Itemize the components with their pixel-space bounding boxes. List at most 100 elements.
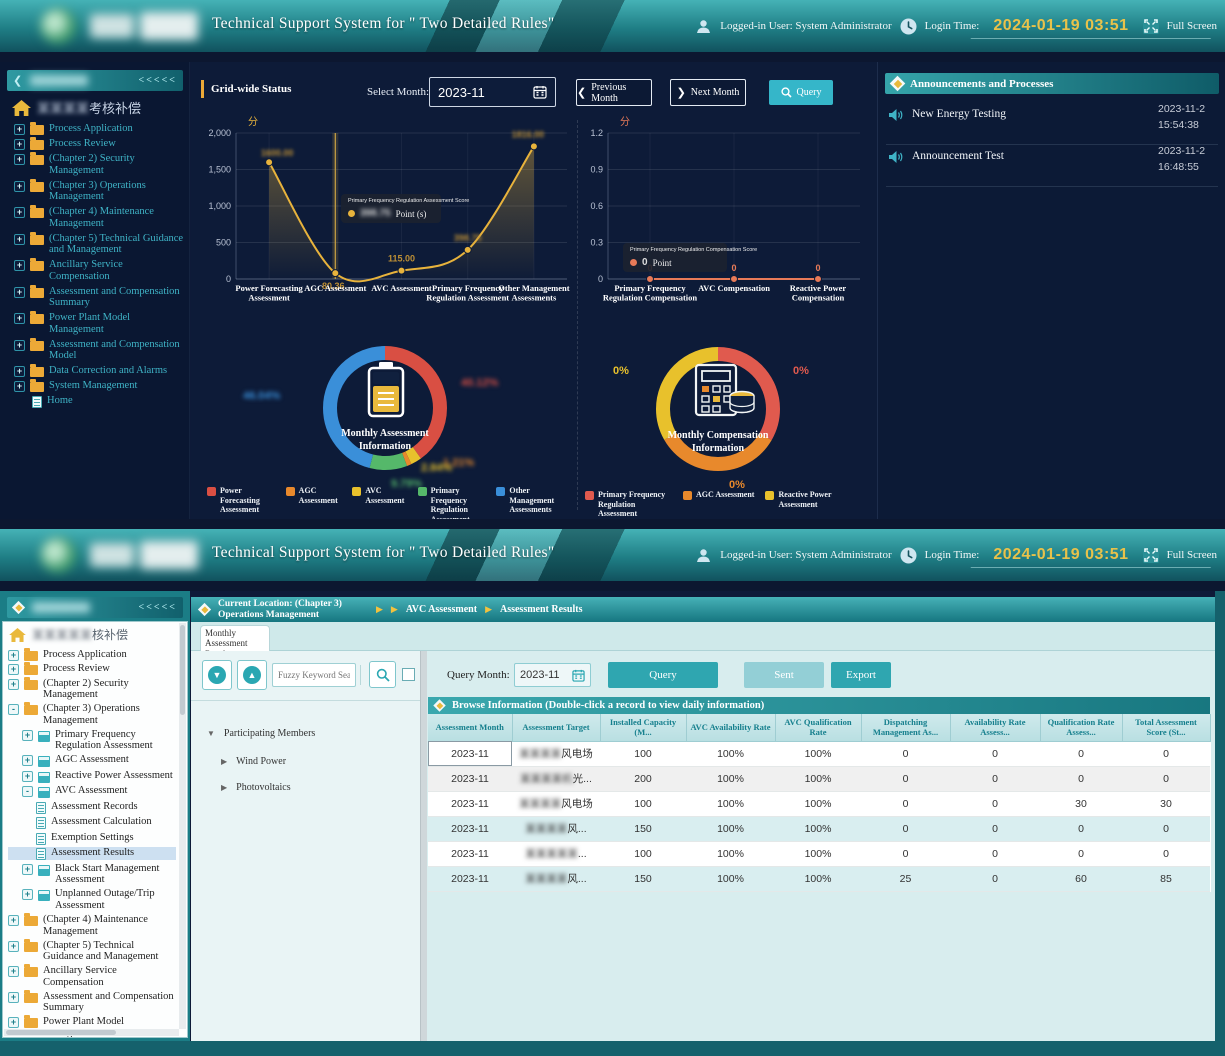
expand-icon[interactable]: + xyxy=(14,340,25,351)
announcement-item[interactable]: New Energy Testing2023-11-215:54:38 xyxy=(888,102,1218,142)
cell-value[interactable]: 100% xyxy=(686,791,775,816)
fullscreen-label[interactable]: Full Screen xyxy=(1167,20,1217,32)
sidebar-item[interactable]: +Ancillary Service Compensation xyxy=(8,965,176,988)
sidebar-collapse-arrows[interactable]: <<<<< xyxy=(139,75,178,86)
announcement-title[interactable]: Announcement Test xyxy=(912,150,1004,162)
expand-icon[interactable]: + xyxy=(14,154,25,165)
sidebar-item[interactable]: +Process Application xyxy=(8,649,176,661)
cell-value[interactable]: 0 xyxy=(1122,766,1210,791)
column-header[interactable]: AVC Qualification Rate xyxy=(775,714,861,741)
sidebar-item[interactable]: +Primary Frequency Regulation Assessment xyxy=(8,729,176,752)
cell-assessment-month[interactable]: 2023-11 xyxy=(428,866,512,891)
expand-icon[interactable]: + xyxy=(22,889,33,900)
expand-icon[interactable]: + xyxy=(22,755,33,766)
expand-icon[interactable]: + xyxy=(8,679,19,690)
legend-item[interactable]: Power Forecasting Assessment xyxy=(207,486,275,515)
expand-icon[interactable]: + xyxy=(8,1017,19,1028)
expand-icon[interactable]: + xyxy=(14,139,25,150)
cell-value[interactable]: 100 xyxy=(600,841,686,866)
expand-icon[interactable]: + xyxy=(14,124,25,135)
sidebar-item[interactable]: +Black Start Management Assessment xyxy=(8,863,176,886)
fullscreen-icon[interactable] xyxy=(1143,547,1159,563)
vertical-scrollbar[interactable] xyxy=(179,623,186,1029)
member-search-button[interactable] xyxy=(369,661,396,688)
cell-value[interactable]: 100% xyxy=(775,741,861,766)
expand-icon[interactable]: + xyxy=(8,664,19,675)
expand-icon[interactable]: + xyxy=(8,650,19,661)
legend-item[interactable]: AGC Assessment xyxy=(683,490,754,500)
cell-value[interactable]: 150 xyxy=(600,816,686,841)
cell-assessment-target[interactable]: 某某某某风电场 xyxy=(512,741,600,766)
table-row[interactable]: 2023-11某某某某风电场100100%100%0000 xyxy=(428,741,1210,766)
cell-assessment-month[interactable]: 2023-11 xyxy=(428,791,512,816)
cell-assessment-target[interactable]: 某某某某风电场 xyxy=(512,791,600,816)
cell-value[interactable]: 0 xyxy=(1122,816,1210,841)
cell-value[interactable]: 25 xyxy=(861,866,950,891)
collapse-icon[interactable]: - xyxy=(8,704,19,715)
column-header[interactable]: Assessment Target xyxy=(512,714,600,741)
cell-value[interactable]: 30 xyxy=(1040,791,1122,816)
query-button[interactable]: Query xyxy=(608,662,718,688)
export-button[interactable]: Export xyxy=(831,662,891,688)
expand-icon[interactable]: + xyxy=(8,966,19,977)
cell-value[interactable]: 100% xyxy=(686,866,775,891)
cell-value[interactable]: 100% xyxy=(686,766,775,791)
cell-value[interactable]: 0 xyxy=(861,741,950,766)
cell-value[interactable]: 200 xyxy=(600,766,686,791)
expand-icon[interactable]: + xyxy=(8,915,19,926)
sidebar-item[interactable]: +(Chapter 5) Technical Guidance and Mana… xyxy=(8,940,176,963)
cell-value[interactable]: 150 xyxy=(600,866,686,891)
cell-assessment-month[interactable]: 2023-11 xyxy=(428,766,512,791)
column-header[interactable]: Installed Capacity (M... xyxy=(600,714,686,741)
expand-icon[interactable]: + xyxy=(8,992,19,1003)
cell-value[interactable]: 100% xyxy=(775,841,861,866)
table-row[interactable]: 2023-11某某某某某...100100%100%0000 xyxy=(428,841,1210,866)
legend-item[interactable]: AGC Assessment xyxy=(286,486,342,505)
collapse-all-button[interactable]: ▲ xyxy=(237,660,267,690)
cell-value[interactable]: 100 xyxy=(600,741,686,766)
cell-value[interactable]: 0 xyxy=(861,791,950,816)
sidebar-item[interactable]: Assessment Results xyxy=(8,847,176,860)
tab-monthly-assessment-results[interactable]: Monthly Assessment Results xyxy=(200,625,270,651)
sidebar-item[interactable]: +Power Plant Model Management xyxy=(14,312,186,336)
breadcrumb-item[interactable]: Assessment Results xyxy=(500,604,583,615)
sidebar-item[interactable]: +Assessment and Compensation Model xyxy=(14,339,186,363)
sidebar-item[interactable]: +(Chapter 2) Security Management xyxy=(8,678,176,701)
sent-button[interactable]: Sent xyxy=(744,662,824,688)
expand-icon[interactable]: + xyxy=(14,313,25,324)
sidebar-item[interactable]: Exemption Settings xyxy=(8,832,176,845)
cell-value[interactable]: 100% xyxy=(775,816,861,841)
collapse-icon[interactable]: - xyxy=(22,786,33,797)
members-node-photovoltaics[interactable]: ▶ Photovoltaics xyxy=(221,782,291,793)
fullscreen-icon[interactable] xyxy=(1143,18,1159,34)
column-header[interactable]: Total Assessment Score (St... xyxy=(1122,714,1210,741)
sidebar-item[interactable]: +AGC Assessment xyxy=(8,754,176,767)
sidebar-item[interactable]: +Unplanned Outage/Trip Assessment xyxy=(8,888,176,911)
sidebar-collapse-arrows[interactable]: <<<<< xyxy=(139,602,178,613)
expand-icon[interactable]: + xyxy=(8,941,19,952)
cell-value[interactable]: 85 xyxy=(1122,866,1210,891)
sidebar-item[interactable]: -AVC Assessment xyxy=(8,785,176,798)
cell-value[interactable]: 100% xyxy=(775,791,861,816)
cell-assessment-month[interactable]: 2023-11 xyxy=(428,816,512,841)
legend-item[interactable]: Other Management Assessments xyxy=(496,486,564,515)
legend-item[interactable]: Primary Frequency Regulation Assessment xyxy=(585,490,672,519)
cell-assessment-month[interactable]: 2023-11 xyxy=(428,741,512,766)
legend-item[interactable]: Reactive Power Assessment xyxy=(765,490,852,509)
cell-value[interactable]: 0 xyxy=(1040,741,1122,766)
members-root-node[interactable]: ▼ Participating Members xyxy=(207,728,315,739)
table-row[interactable]: 2023-11某某某某机光...200100%100%0000 xyxy=(428,766,1210,791)
members-node-wind-power[interactable]: ▶ Wind Power xyxy=(221,756,286,767)
cell-value[interactable]: 100% xyxy=(775,766,861,791)
expand-icon[interactable]: + xyxy=(14,381,25,392)
cell-value[interactable]: 0 xyxy=(1122,741,1210,766)
sidebar-home-row[interactable]: 某某某某某核补偿 xyxy=(9,626,128,643)
calendar-icon[interactable] xyxy=(572,669,585,682)
calendar-icon[interactable] xyxy=(533,85,547,99)
fullscreen-label[interactable]: Full Screen xyxy=(1167,549,1217,561)
sidebar-home-row[interactable]: 某某某某考核补偿 xyxy=(12,98,141,117)
expand-icon[interactable]: + xyxy=(22,864,33,875)
announcement-item[interactable]: Announcement Test2023-11-216:48:55 xyxy=(888,144,1218,184)
column-header[interactable]: AVC Availability Rate xyxy=(686,714,775,741)
cell-value[interactable]: 0 xyxy=(950,816,1040,841)
